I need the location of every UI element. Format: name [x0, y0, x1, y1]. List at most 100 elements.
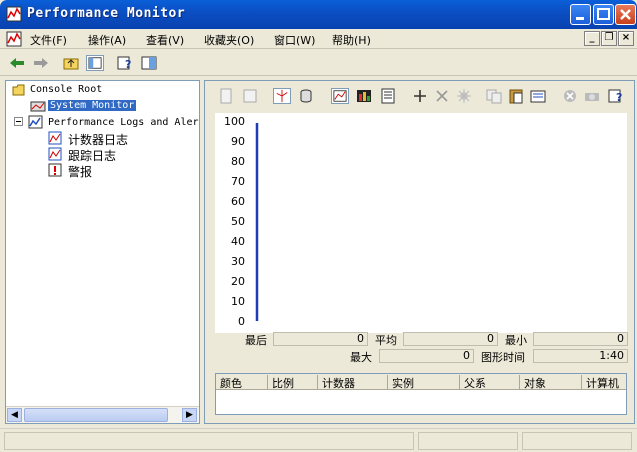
legend-col-instance[interactable]: 实例	[388, 375, 460, 390]
menu-favorites[interactable]: 收藏夹(O)	[204, 32, 254, 48]
counter-legend[interactable]: 颜色 比例 计数器 实例 父系 对象 计算机	[215, 373, 627, 415]
last-value: 0	[273, 332, 368, 346]
legend-col-counter[interactable]: 计数器	[318, 375, 388, 390]
trace-logs-icon	[48, 147, 62, 161]
graph-area[interactable]: 100 90 80 70 60 50 40 30 20 10 0	[215, 113, 627, 333]
new-counter-set-icon[interactable]	[217, 88, 235, 104]
scroll-left-arrow-icon[interactable]: ◀	[7, 408, 22, 422]
menu-help[interactable]: 帮助(H)	[332, 32, 371, 48]
up-folder-icon[interactable]	[62, 55, 80, 71]
status-segment-3	[522, 432, 632, 450]
view-graph-icon[interactable]	[331, 88, 349, 104]
clear-display-icon[interactable]	[241, 88, 259, 104]
menu-bar: 文件(F) 操作(A) 查看(V) 收藏夹(O) 窗口(W) 帮助(H) _ ❐…	[0, 29, 637, 49]
counter-logs-icon	[48, 131, 62, 145]
svg-text:?: ?	[125, 58, 131, 71]
highlight-icon[interactable]	[455, 88, 473, 104]
y-tick-label: 100	[224, 115, 245, 128]
close-icon	[620, 9, 631, 20]
copy-properties-icon[interactable]	[485, 88, 503, 104]
tree-performance-logs[interactable]: Performance Logs and Aler	[48, 117, 199, 128]
scroll-thumb[interactable]	[24, 408, 168, 422]
last-label: 最后	[245, 334, 267, 347]
mdi-close-button[interactable]: ×	[618, 31, 634, 46]
freeze-display-icon[interactable]	[561, 88, 579, 104]
status-segment-main	[4, 432, 414, 450]
y-tick-label: 60	[231, 195, 245, 208]
maximum-value: 0	[379, 349, 474, 363]
maximize-icon	[597, 8, 610, 20]
y-tick-label: 20	[231, 275, 245, 288]
status-segment-2	[418, 432, 518, 450]
duration-label: 图形时间	[481, 351, 525, 364]
y-tick-label: 50	[231, 215, 245, 228]
help-icon[interactable]: ?	[116, 55, 134, 71]
maximum-label: 最大	[350, 351, 372, 364]
system-monitor-pane: ? 100 90 80 70 60 50 40 30 20 10 0 最后 0 平均 0 最小 0 …	[204, 80, 635, 424]
tree-alerts[interactable]: 警报	[68, 163, 92, 180]
update-data-icon[interactable]	[583, 88, 601, 104]
window-title: Performance Monitor	[27, 6, 186, 21]
tree-counter-logs[interactable]: 计数器日志	[68, 131, 128, 148]
graph-toolbar: ?	[215, 85, 630, 109]
performance-monitor-icon	[6, 6, 22, 22]
delete-counter-icon[interactable]	[433, 88, 451, 104]
view-log-data-icon[interactable]	[297, 88, 315, 104]
add-counter-icon[interactable]	[411, 88, 429, 104]
legend-col-object[interactable]: 对象	[520, 375, 582, 390]
properties-icon[interactable]	[529, 88, 547, 104]
tree-system-monitor[interactable]: System Monitor	[48, 100, 137, 111]
show-hide-tree-icon[interactable]	[86, 55, 104, 71]
performance-logs-icon	[28, 115, 43, 129]
legend-col-scale[interactable]: 比例	[268, 375, 318, 390]
menu-file[interactable]: 文件(F)	[30, 32, 67, 48]
legend-header: 颜色 比例 计数器 实例 父系 对象 计算机	[216, 374, 626, 390]
minimize-button[interactable]	[570, 4, 591, 25]
back-arrow-icon[interactable]	[8, 55, 26, 71]
legend-col-computer[interactable]: 计算机	[582, 375, 626, 390]
y-tick-label: 30	[231, 255, 245, 268]
y-tick-label: 10	[231, 295, 245, 308]
menu-view[interactable]: 查看(V)	[146, 32, 184, 48]
y-tick-label: 80	[231, 155, 245, 168]
y-tick-label: 90	[231, 135, 245, 148]
duration-value: 1:40	[533, 349, 628, 363]
folder-icon	[12, 84, 25, 96]
properties-pane-icon[interactable]	[140, 55, 158, 71]
minimize-icon	[576, 17, 584, 20]
mdi-restore-button[interactable]: ❐	[601, 31, 617, 46]
svg-text:?: ?	[616, 91, 622, 104]
forward-arrow-icon[interactable]	[32, 55, 50, 71]
main-toolbar: ?	[0, 50, 637, 76]
status-bar	[0, 428, 637, 452]
chart-svg: 1009080706050403020100	[224, 115, 259, 328]
menu-action[interactable]: 操作(A)	[88, 32, 126, 48]
minimum-value: 0	[533, 332, 628, 346]
y-tick-label: 40	[231, 235, 245, 248]
console-tree[interactable]: Console Root System Monitor Performance …	[5, 80, 200, 424]
graph-help-icon[interactable]: ?	[607, 88, 625, 104]
minimum-label: 最小	[505, 334, 527, 347]
view-report-icon[interactable]	[379, 88, 397, 104]
view-current-activity-icon[interactable]	[273, 88, 291, 104]
maximize-button[interactable]	[593, 4, 614, 25]
view-histogram-icon[interactable]	[355, 88, 373, 104]
tree-horizontal-scrollbar[interactable]: ◀ ▶	[6, 406, 199, 423]
mdi-minimize-button[interactable]: _	[584, 31, 600, 46]
expand-collapse-icon[interactable]	[14, 117, 23, 126]
scroll-right-arrow-icon[interactable]: ▶	[182, 408, 197, 422]
y-tick-label: 70	[231, 175, 245, 188]
paste-counter-list-icon[interactable]	[507, 88, 525, 104]
system-monitor-icon	[30, 101, 46, 112]
alert-icon	[48, 163, 62, 177]
legend-col-parent[interactable]: 父系	[460, 375, 520, 390]
close-button[interactable]	[615, 4, 636, 25]
document-icon	[6, 31, 22, 47]
legend-col-color[interactable]: 颜色	[216, 375, 268, 390]
menu-window[interactable]: 窗口(W)	[274, 32, 315, 48]
average-value: 0	[403, 332, 498, 346]
title-bar[interactable]: Performance Monitor	[0, 0, 637, 29]
tree-console-root[interactable]: Console Root	[30, 84, 102, 95]
average-label: 平均	[375, 334, 397, 347]
tree-trace-logs[interactable]: 跟踪日志	[68, 147, 116, 164]
